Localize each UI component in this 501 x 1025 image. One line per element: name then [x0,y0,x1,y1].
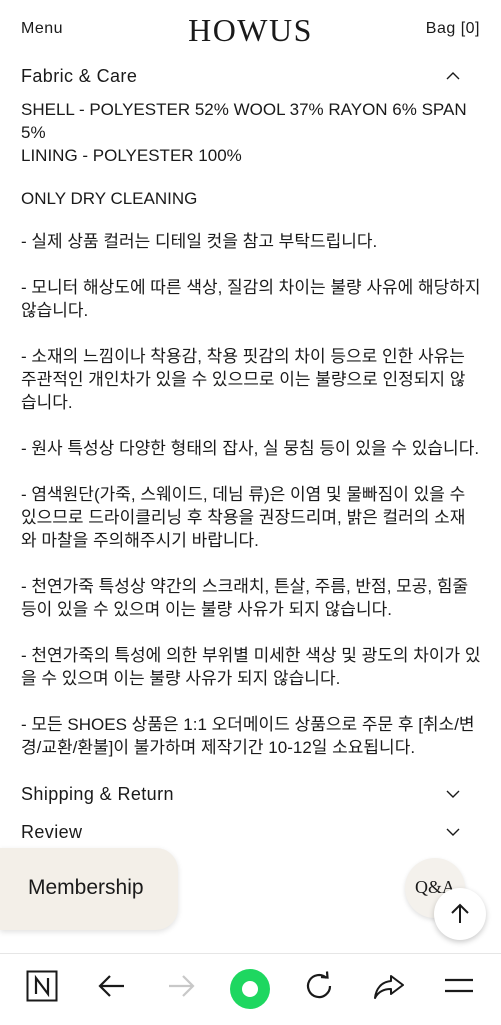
membership-label: Membership [28,876,144,899]
review-toggle[interactable]: Review [21,822,461,848]
back-arrow-icon[interactable] [96,970,128,1002]
share-icon[interactable] [372,970,406,1002]
site-header: Menu HOWUS Bag [0] [0,0,501,60]
cleaning-instruction: ONLY DRY CLEANING [21,189,198,208]
lining-material: LINING - POLYESTER 100% [21,146,242,165]
hamburger-menu-icon[interactable] [443,970,475,1002]
refresh-icon[interactable] [303,970,335,1002]
bag-button[interactable]: Bag [0] [426,20,480,38]
material-spec: SHELL - POLYESTER 52% WOOL 37% RAYON 6% … [21,98,481,167]
review-title: Review [21,822,83,842]
arrow-up-icon [451,903,469,923]
shipping-return-title: Shipping & Return [21,784,174,804]
app-logo-icon[interactable] [26,970,58,1002]
care-note: - 원사 특성상 다양한 형태의 잡사, 실 뭉침 등이 있을 수 있습니다. [21,439,480,458]
care-note: - 천연가죽 특성상 약간의 스크래치, 튼살, 주름, 반점, 모공, 힘줄 … [21,577,469,619]
home-dot-icon[interactable] [229,968,271,1010]
shell-material: SHELL - POLYESTER 52% WOOL 37% RAYON 6% … [21,100,467,142]
fabric-care-toggle[interactable]: Fabric & Care [21,66,461,92]
fabric-care-content: SHELL - POLYESTER 52% WOOL 37% RAYON 6% … [21,98,481,782]
forward-arrow-icon[interactable] [165,970,197,1002]
chevron-down-icon [446,790,460,798]
fabric-care-title: Fabric & Care [21,66,138,86]
care-note: - 천연가죽의 특성에 의한 부위별 미세한 색상 및 광도의 차이가 있을 수… [21,646,481,688]
care-note: - 모든 SHOES 상품은 1:1 오더메이드 상품으로 주문 후 [취소/변… [21,715,475,757]
membership-button[interactable]: Membership [0,848,178,930]
shipping-return-toggle[interactable]: Shipping & Return [21,784,461,810]
care-note: - 소재의 느낌이나 착용감, 착용 핏감의 차이 등으로 인한 사유는 주관적… [21,347,466,412]
scroll-to-top-button[interactable] [434,888,486,940]
care-note: - 모니터 해상도에 따른 색상, 질감의 차이는 불량 사유에 해당하지 않습… [21,278,481,320]
chevron-down-icon [446,828,460,836]
chevron-up-icon [446,72,460,80]
care-note: - 실제 상품 컬러는 디테일 컷을 참고 부탁드립니다. [21,232,378,251]
browser-bottom-bar [0,953,501,1025]
care-note: - 염색원단(가죽, 스웨이드, 데님 류)은 이염 및 물빠짐이 있을 수 있… [21,485,466,550]
